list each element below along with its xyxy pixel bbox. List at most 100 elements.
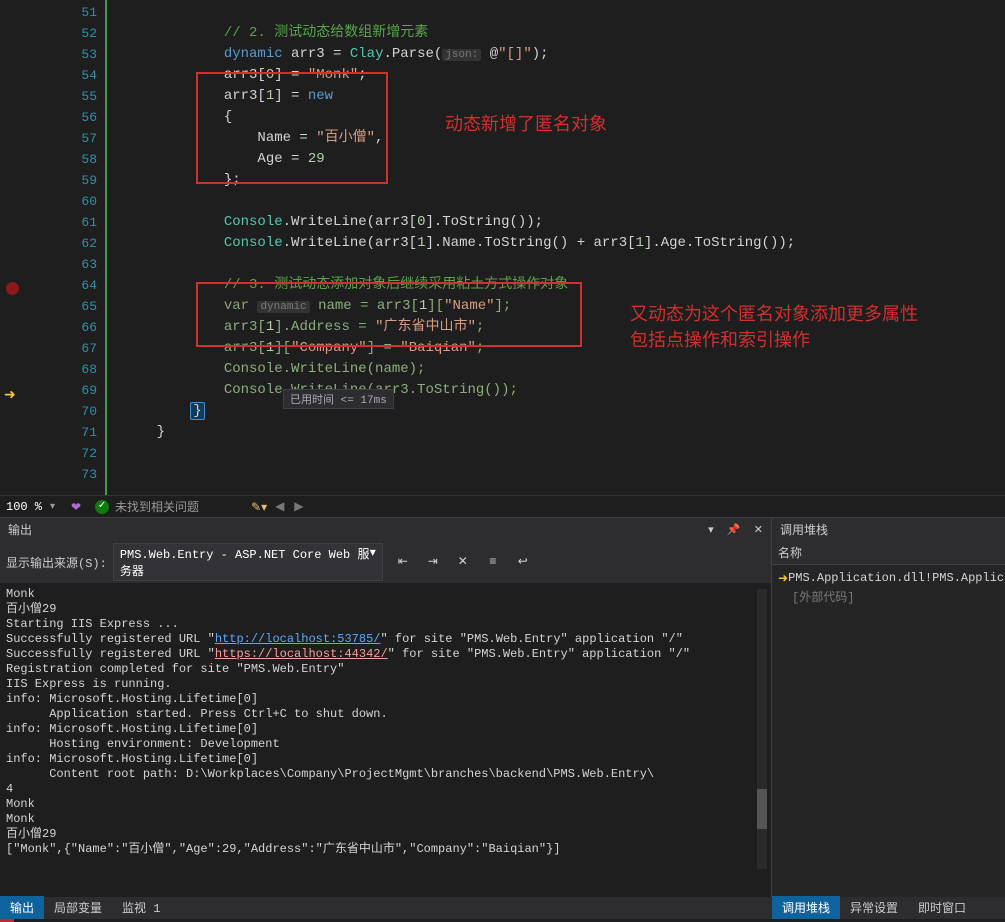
callstack-row[interactable]: [外部代码] <box>778 587 999 605</box>
indent-right-icon[interactable]: ⇥ <box>423 552 443 572</box>
code-line[interactable]: arr3[1]["Company"] = "Baiqian"; <box>123 338 1005 359</box>
zoom-dropdown-icon[interactable]: ▾ <box>50 501 55 513</box>
line-number: 54 <box>50 65 105 86</box>
zoom-level[interactable]: 100 % <box>6 500 42 514</box>
exec-arrow-icon: ➜ <box>4 389 18 403</box>
callstack-title-bar: 调用堆栈 <box>772 518 1005 541</box>
callstack-panel: 调用堆栈 名称 ➜PMS.Application.dll!PMS.Applica… <box>772 518 1005 897</box>
code-line[interactable]: arr3[1] = new <box>123 86 1005 107</box>
output-panel: 输出 ▾ 📌 ✕ 显示输出来源(S): PMS.Web.Entry - ASP.… <box>0 518 772 897</box>
line-number: 57 <box>50 128 105 149</box>
line-number: 56 <box>50 107 105 128</box>
output-title-bar: 输出 ▾ 📌 ✕ <box>0 518 771 541</box>
line-number: 62 <box>50 233 105 254</box>
clear-icon[interactable]: ✕ <box>453 552 473 572</box>
line-number: 61 <box>50 212 105 233</box>
line-number: 71 <box>50 422 105 443</box>
scrollbar[interactable] <box>757 589 767 869</box>
wrap-icon[interactable]: ↩ <box>513 552 533 572</box>
callstack-header: 名称 <box>772 541 1005 565</box>
callstack-row[interactable]: ➜PMS.Application.dll!PMS.Application.Sys <box>778 569 999 587</box>
line-number: 60 <box>50 191 105 212</box>
line-number: 70 <box>50 401 105 422</box>
output-title: 输出 <box>8 521 32 538</box>
marker-gutter: ➜ <box>0 0 50 495</box>
line-number: 65 <box>50 296 105 317</box>
editor-status-bar: 100 % ▾ ❤ ✓ 未找到相关问题 ✎▾ ◀ ▶ <box>0 495 1005 517</box>
check-icon[interactable]: ✓ <box>95 500 109 514</box>
code-line[interactable]: arr3[1].Address = "广东省中山市"; <box>123 317 1005 338</box>
breakpoint-icon[interactable] <box>6 282 19 295</box>
code-line[interactable]: } <box>123 401 1005 422</box>
code-line[interactable]: // 3. 测试动态添加对象后继续采用粘土方式操作对象 <box>123 275 1005 296</box>
line-number: 66 <box>50 317 105 338</box>
output-toolbar: 显示输出来源(S): PMS.Web.Entry - ASP.NET Core … <box>0 541 771 583</box>
code-line[interactable]: Console.WriteLine(arr3[0].ToString()); <box>123 212 1005 233</box>
code-line[interactable]: } <box>123 422 1005 443</box>
code-line[interactable]: var dynamic name = arr3[1]["Name"]; <box>123 296 1005 317</box>
line-number: 58 <box>50 149 105 170</box>
code-line[interactable]: // 2. 测试动态给数组新增元素 <box>123 23 1005 44</box>
line-number: 51 <box>50 2 105 23</box>
nav-left-icon[interactable]: ◀ <box>275 499 284 514</box>
line-number: 52 <box>50 23 105 44</box>
line-number: 64 <box>50 275 105 296</box>
code-line[interactable] <box>123 191 1005 212</box>
bottom-tab-bars: 输出局部变量监视 1 调用堆栈异常设置即时窗口 <box>0 897 1005 922</box>
bottom-panels: 输出 ▾ 📌 ✕ 显示输出来源(S): PMS.Web.Entry - ASP.… <box>0 517 1005 897</box>
url-link[interactable]: https://localhost:44342/ <box>215 647 388 661</box>
chevron-down-icon: ▾ <box>370 545 376 579</box>
code-editor[interactable]: ➜ 51525354555657585960616263646566676869… <box>0 0 1005 495</box>
code-line[interactable]: arr3[0] = "Monk"; <box>123 65 1005 86</box>
scrollbar-thumb[interactable] <box>757 789 767 829</box>
code-line[interactable]: { <box>123 107 1005 128</box>
line-number: 53 <box>50 44 105 65</box>
code-line[interactable] <box>123 254 1005 275</box>
nav-right-icon[interactable]: ▶ <box>294 499 303 514</box>
code-line[interactable]: Console.WriteLine(arr3.ToString()); <box>123 380 1005 401</box>
code-line[interactable] <box>123 464 1005 485</box>
code-line[interactable] <box>123 443 1005 464</box>
code-area[interactable]: // 2. 测试动态给数组新增元素 dynamic arr3 = Clay.Pa… <box>105 0 1005 495</box>
code-line[interactable]: Age = 29 <box>123 149 1005 170</box>
health-icon[interactable]: ❤ <box>71 500 85 514</box>
tab-异常设置[interactable]: 异常设置 <box>840 896 908 919</box>
tab-监视 1[interactable]: 监视 1 <box>112 896 170 919</box>
callstack-title: 调用堆栈 <box>780 521 828 538</box>
source-label: 显示输出来源(S): <box>6 554 107 571</box>
line-number: 67 <box>50 338 105 359</box>
code-line[interactable]: }; <box>123 170 1005 191</box>
line-number: 63 <box>50 254 105 275</box>
tabs-right: 调用堆栈异常设置即时窗口 <box>772 897 1005 919</box>
close-icon[interactable]: ✕ <box>754 525 763 537</box>
tab-即时窗口[interactable]: 即时窗口 <box>908 896 976 919</box>
tab-局部变量[interactable]: 局部变量 <box>44 896 112 919</box>
source-combo[interactable]: PMS.Web.Entry - ASP.NET Core Web 服务器▾ <box>113 543 383 581</box>
code-line[interactable]: Console.WriteLine(name); <box>123 359 1005 380</box>
issues-text: 未找到相关问题 <box>115 498 199 515</box>
line-number: 73 <box>50 464 105 485</box>
list-icon[interactable]: ≡ <box>483 552 503 572</box>
frame-arrow-icon: ➜ <box>778 571 788 586</box>
line-number: 72 <box>50 443 105 464</box>
tab-输出[interactable]: 输出 <box>0 896 44 919</box>
dropdown-icon[interactable]: ▾ <box>708 525 714 537</box>
brush-icon[interactable]: ✎▾ <box>251 500 265 514</box>
tabs-left: 输出局部变量监视 1 <box>0 897 772 919</box>
code-line[interactable]: dynamic arr3 = Clay.Parse(json: @"[]"); <box>123 44 1005 65</box>
line-number: 59 <box>50 170 105 191</box>
code-line[interactable] <box>123 2 1005 23</box>
indent-left-icon[interactable]: ⇤ <box>393 552 413 572</box>
callstack-body[interactable]: ➜PMS.Application.dll!PMS.Application.Sys… <box>772 565 1005 609</box>
code-line[interactable]: Console.WriteLine(arr3[1].Name.ToString(… <box>123 233 1005 254</box>
url-link[interactable]: http://localhost:53785/ <box>215 632 381 646</box>
line-number-gutter: 5152535455565758596061626364656667686970… <box>50 0 105 495</box>
output-body[interactable]: Monk 百小僧29 Starting IIS Express ... Succ… <box>0 583 771 897</box>
perf-hint: 已用时间 <= 17ms <box>283 389 394 409</box>
tab-调用堆栈[interactable]: 调用堆栈 <box>772 896 840 919</box>
line-number: 69 <box>50 380 105 401</box>
code-line[interactable]: Name = "百小僧", <box>123 128 1005 149</box>
line-number: 55 <box>50 86 105 107</box>
pin-icon[interactable]: 📌 <box>727 525 741 537</box>
line-number: 68 <box>50 359 105 380</box>
